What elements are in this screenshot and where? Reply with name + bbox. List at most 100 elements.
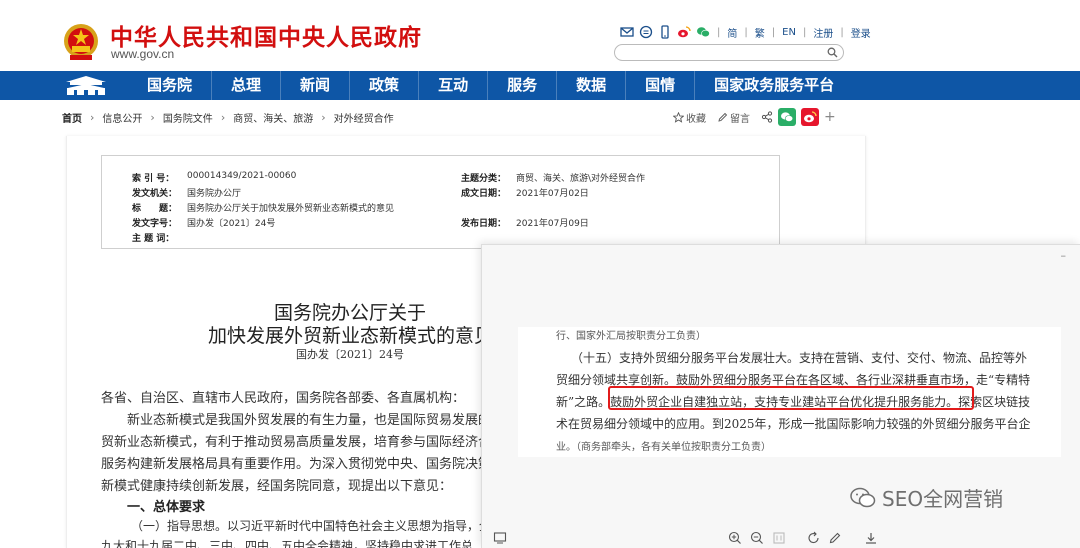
- main-nav: 国务院 总理 新闻 政策 互动 服务 数据 国情 国家政务服务平台: [0, 71, 1080, 100]
- english-link[interactable]: EN: [782, 27, 796, 38]
- search-icon[interactable]: [827, 47, 838, 58]
- pencil-icon: [718, 112, 728, 122]
- search-box: [614, 44, 844, 65]
- breadcrumb-home[interactable]: 首页: [62, 110, 82, 125]
- viewer-text-line: 业。（商务部牵头，各有关单位按职责分工负责）: [556, 442, 771, 453]
- separator: |: [840, 26, 844, 38]
- nav-item-news[interactable]: 新闻: [281, 71, 349, 100]
- mail-icon[interactable]: [620, 25, 634, 39]
- nav-item-policy[interactable]: 政策: [350, 71, 418, 100]
- watermark-text: SEO全网营销: [882, 487, 1004, 511]
- meta-category-value: 商贸、海关、旅游\对外经贸合作: [516, 174, 646, 184]
- meta-index-value: 000014349/2021-00060: [187, 171, 297, 181]
- document-title-line2: 加快发展外贸新业态新模式的意见: [208, 325, 494, 347]
- rotate-icon[interactable]: [807, 531, 821, 545]
- meta-written-label: 成文日期：: [461, 189, 507, 199]
- meta-title: 标 题： 国务院办公厅关于加快发展外贸新业态新模式的意见: [132, 201, 394, 214]
- viewer-text-segment: 新”之路。: [556, 395, 611, 409]
- monitor-icon[interactable]: [493, 531, 507, 545]
- wechat-icon: [850, 487, 876, 507]
- meta-subject-label: 主 题 词：: [132, 234, 175, 244]
- document-paragraph-line: （一）指导思想。以习近平新时代中国特色社会主义思想为指导，全: [131, 519, 492, 533]
- meta-category: 主题分类： 商贸、海关、旅游\对外经贸合作: [461, 171, 645, 184]
- wechat-icon[interactable]: [696, 25, 710, 39]
- meta-written-date: 成文日期： 2021年07月02日: [461, 186, 589, 199]
- meta-published-value: 2021年07月09日: [516, 219, 589, 229]
- draw-icon[interactable]: [828, 531, 842, 545]
- site-url[interactable]: www.gov.cn: [111, 47, 174, 61]
- nav-item-data[interactable]: 数据: [557, 71, 625, 100]
- chevron-right-icon: ›: [321, 110, 326, 124]
- meta-written-value: 2021年07月02日: [516, 189, 589, 199]
- breadcrumb-info-disclosure[interactable]: 信息公开: [102, 110, 142, 125]
- metadata-table: 索 引 号： 000014349/2021-00060 发文机关： 国务院办公厅…: [101, 155, 780, 249]
- meta-published-date: 发布日期： 2021年07月09日: [461, 216, 589, 229]
- phone-icon[interactable]: [658, 25, 672, 39]
- document-paragraph-line: 新模式健康持续创新发展，经国务院同意，现提出以下意见：: [101, 479, 453, 494]
- meta-issuer-label: 发文机关：: [132, 189, 178, 199]
- meta-doc-number-label: 发文字号：: [132, 219, 178, 229]
- favorite-button[interactable]: 收藏: [673, 110, 706, 125]
- meta-published-label: 发布日期：: [461, 219, 507, 229]
- breadcrumb-state-council-docs[interactable]: 国务院文件: [163, 110, 213, 125]
- nav-item-interaction[interactable]: 互动: [419, 71, 487, 100]
- page-actions: 收藏 留言 +: [673, 108, 836, 126]
- download-icon[interactable]: [864, 531, 878, 545]
- search-input[interactable]: [623, 50, 823, 65]
- meta-title-label: 标 题：: [132, 204, 178, 214]
- nav-item-premier[interactable]: 总理: [212, 71, 280, 100]
- weibo-icon[interactable]: [801, 108, 819, 126]
- chevron-right-icon: ›: [220, 110, 226, 124]
- separator: |: [771, 26, 776, 38]
- breadcrumb-trade-customs-tourism[interactable]: 商贸、海关、旅游: [233, 110, 313, 125]
- viewer-text-line: 行、国家外汇局按职责分工负责）: [556, 331, 706, 342]
- register-link[interactable]: 注册: [813, 25, 833, 40]
- share-icon[interactable]: [761, 111, 773, 123]
- traditional-chinese-link[interactable]: 繁: [755, 25, 765, 40]
- national-emblem-icon[interactable]: [62, 22, 100, 62]
- plus-icon[interactable]: +: [824, 109, 836, 125]
- favorite-label: 收藏: [686, 113, 706, 125]
- viewer-text-line: 术在贸易细分领域中的应用。到2025年，形成一批国际影响力较强的外贸细分服务平台…: [556, 417, 1031, 431]
- document-paragraph-line: 服务构建新发展格局具有重要作用。为深入贯彻党中央、国务院决策部: [101, 457, 505, 472]
- nav-item-national-conditions[interactable]: 国情: [626, 71, 694, 100]
- chat-icon[interactable]: [639, 25, 653, 39]
- simplified-chinese-link[interactable]: 简: [727, 25, 737, 40]
- nav-item-state-council[interactable]: 国务院: [128, 71, 211, 100]
- utility-bar: | 简 | 繁 | EN | 注册 | 登录: [620, 22, 871, 42]
- separator: |: [717, 26, 721, 38]
- fit-page-icon[interactable]: [772, 531, 786, 545]
- document-salutation: 各省、自治区、直辖市人民政府，国务院各部委、各直属机构：: [101, 391, 466, 406]
- nav-item-gov-service-platform[interactable]: 国家政务服务平台: [695, 71, 853, 100]
- weibo-icon[interactable]: [677, 25, 691, 39]
- viewer-toolbar: [482, 526, 1080, 548]
- breadcrumb: 首页 › 信息公开 › 国务院文件 › 商贸、海关、旅游 › 对外经贸合作: [62, 110, 394, 125]
- nav-items: 国务院 总理 新闻 政策 互动 服务 数据 国情 国家政务服务平台: [128, 71, 853, 100]
- zoom-out-icon[interactable]: [750, 531, 764, 545]
- meta-title-value: 国务院办公厅关于加快发展外贸新业态新模式的意见: [187, 204, 395, 214]
- site-header: 中华人民共和国中央人民政府 www.gov.cn | 简 | 繁 | EN | …: [0, 0, 1080, 71]
- meta-doc-number-value: 国办发〔2021〕24号: [187, 219, 276, 229]
- separator: |: [802, 26, 807, 38]
- meta-doc-number: 发文字号： 国办发〔2021〕24号: [132, 216, 275, 229]
- login-link[interactable]: 登录: [851, 25, 871, 40]
- tiananmen-logo-icon[interactable]: [62, 73, 110, 98]
- meta-issuer: 发文机关： 国务院办公厅: [132, 186, 241, 199]
- document-paragraph-line: 九大和十九届二中、三中、四中、五中全会精神，坚持稳中求进工作总: [101, 539, 474, 548]
- document-viewer-overlay: – 行、国家外汇局按职责分工负责） （十五）支持外贸细分服务平台发展壮大。支持在…: [481, 244, 1080, 548]
- document-number: 国办发〔2021〕24号: [296, 348, 404, 361]
- viewer-text-line: （十五）支持外贸细分服务平台发展壮大。支持在营销、支付、交付、物流、品控等外: [571, 351, 1028, 365]
- red-highlight-box: [608, 386, 974, 410]
- chevron-right-icon: ›: [150, 110, 155, 124]
- minimize-button[interactable]: –: [1061, 249, 1067, 262]
- meta-index-label: 索 引 号：: [132, 174, 175, 184]
- zoom-in-icon[interactable]: [728, 531, 742, 545]
- breadcrumb-foreign-trade[interactable]: 对外经贸合作: [334, 110, 394, 125]
- chevron-right-icon: ›: [90, 110, 95, 124]
- nav-item-services[interactable]: 服务: [488, 71, 556, 100]
- comment-button[interactable]: 留言: [717, 110, 750, 125]
- wechat-icon[interactable]: [778, 108, 796, 126]
- star-icon: [673, 111, 684, 123]
- document-paragraph-line: 贸新业态新模式，有利于推动贸易高质量发展，培育参与国际经济合作: [101, 435, 505, 450]
- document-paragraph-line: 新业态新模式是我国外贸发展的有生力量，也是国际贸易发展的重要: [127, 413, 518, 428]
